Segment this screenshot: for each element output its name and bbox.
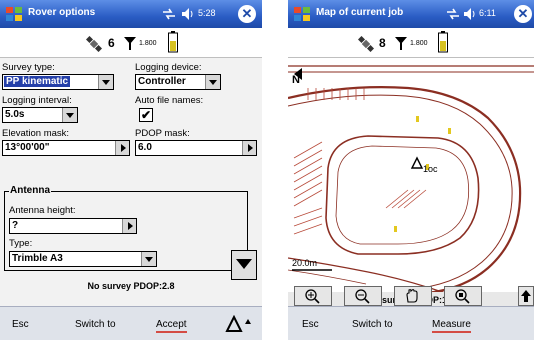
logging-interval-dropdown[interactable]: 5.0s bbox=[2, 107, 78, 123]
window-title: Rover options bbox=[28, 7, 96, 18]
scroll-down-button[interactable] bbox=[231, 250, 257, 280]
rover-options-screen: Rover options 5:28 ✕ 6 1.800 Survey type… bbox=[0, 0, 262, 340]
survey-type-dropdown[interactable]: PP kinematic bbox=[2, 74, 114, 90]
speaker-icon[interactable] bbox=[463, 7, 476, 21]
point-label: 1oc bbox=[423, 164, 438, 174]
logging-device-dropdown[interactable]: Controller bbox=[135, 74, 221, 90]
gnss-status-row: 8 1.800 bbox=[288, 28, 534, 58]
battery-icon[interactable] bbox=[168, 31, 178, 53]
scale-label: 20.0m bbox=[292, 258, 318, 268]
antenna-height-readout: 1.800 bbox=[139, 40, 157, 47]
clock[interactable]: 6:11 bbox=[479, 8, 496, 18]
up-arrow-button[interactable] bbox=[518, 286, 534, 306]
gnss-status-row: 6 1.800 bbox=[0, 28, 262, 58]
switch-to-softkey[interactable]: Switch to bbox=[352, 319, 393, 330]
zoom-in-button[interactable] bbox=[294, 286, 332, 306]
antenna-type-label: Type: bbox=[9, 238, 33, 249]
up-arrow-icon bbox=[521, 290, 531, 302]
arrow-right-icon[interactable] bbox=[122, 219, 136, 233]
chevron-down-icon[interactable] bbox=[205, 75, 220, 89]
pdop-mask-label: PDOP mask: bbox=[135, 128, 190, 139]
close-icon[interactable]: ✕ bbox=[238, 5, 256, 23]
antenna-icon[interactable] bbox=[124, 36, 136, 50]
auto-file-names-label: Auto file names: bbox=[135, 95, 204, 106]
north-label: N bbox=[292, 74, 300, 86]
antenna-height-field[interactable]: ? bbox=[9, 218, 137, 234]
elevation-mask-label: Elevation mask: bbox=[2, 128, 70, 139]
speaker-icon[interactable] bbox=[181, 7, 194, 21]
arrow-right-icon[interactable] bbox=[115, 141, 129, 155]
map-tool-buttons bbox=[294, 286, 534, 306]
antenna-group: Antenna Antenna height: ? Type: Trimble … bbox=[4, 185, 248, 271]
title-bar: Map of current job 6:11 ✕ bbox=[288, 0, 534, 28]
switch-to-softkey[interactable]: Switch to bbox=[75, 319, 116, 330]
pan-button[interactable] bbox=[394, 286, 432, 306]
antenna-height-value: ? bbox=[12, 220, 19, 231]
elevation-mask-value: 13°00'00" bbox=[5, 142, 50, 153]
antenna-height-readout: 1.800 bbox=[410, 40, 428, 47]
antenna-type-value: Trimble A3 bbox=[12, 253, 63, 264]
pdop-mask-field[interactable]: 6.0 bbox=[135, 140, 257, 156]
zoom-out-icon bbox=[355, 289, 370, 304]
logging-interval-value: 5.0s bbox=[5, 109, 25, 120]
zoom-in-icon bbox=[305, 289, 320, 304]
window-title: Map of current job bbox=[316, 7, 404, 18]
scroll-arrow-icon bbox=[236, 259, 252, 269]
map-linework bbox=[288, 65, 534, 294]
clock[interactable]: 5:28 bbox=[198, 8, 216, 18]
signal-icon bbox=[447, 8, 459, 20]
antenna-type-dropdown[interactable]: Trimble A3 bbox=[9, 251, 157, 267]
chevron-down-icon[interactable] bbox=[98, 75, 113, 89]
softkey-bar: Esc Switch to Measure bbox=[288, 306, 534, 340]
zoom-extents-icon bbox=[455, 289, 470, 304]
logging-device-label: Logging device: bbox=[135, 62, 202, 73]
survey-type-value: PP kinematic bbox=[4, 76, 71, 87]
chevron-down-icon[interactable] bbox=[62, 108, 77, 122]
zoom-extents-button[interactable] bbox=[444, 286, 482, 306]
antenna-icon[interactable] bbox=[395, 36, 407, 50]
battery-icon[interactable] bbox=[438, 31, 448, 53]
close-icon[interactable]: ✕ bbox=[514, 5, 532, 23]
signal-icon bbox=[163, 8, 175, 20]
esc-softkey[interactable]: Esc bbox=[302, 319, 319, 330]
windows-flag-icon[interactable] bbox=[5, 5, 23, 23]
satellite-icon[interactable] bbox=[86, 36, 102, 52]
satellite-count: 6 bbox=[108, 36, 115, 50]
keyboard-icon[interactable] bbox=[224, 315, 252, 333]
pan-hand-icon bbox=[406, 289, 418, 303]
logging-device-value: Controller bbox=[138, 76, 186, 87]
survey-type-label: Survey type: bbox=[2, 62, 55, 73]
auto-file-names-checkbox[interactable]: ✔ bbox=[139, 108, 153, 122]
elevation-mask-field[interactable]: 13°00'00" bbox=[2, 140, 130, 156]
satellite-count: 8 bbox=[379, 36, 386, 50]
satellite-icon[interactable] bbox=[358, 36, 374, 52]
windows-flag-icon[interactable] bbox=[293, 5, 311, 23]
logging-interval-label: Logging interval: bbox=[2, 95, 72, 106]
antenna-group-title: Antenna bbox=[9, 185, 51, 196]
pdop-mask-value: 6.0 bbox=[138, 142, 152, 153]
esc-softkey[interactable]: Esc bbox=[12, 319, 29, 330]
title-bar: Rover options 5:28 ✕ bbox=[0, 0, 262, 28]
chevron-down-icon[interactable] bbox=[141, 252, 156, 266]
antenna-height-label: Antenna height: bbox=[9, 205, 76, 216]
arrow-right-icon[interactable] bbox=[242, 141, 256, 155]
map-view[interactable]: N 1oc 20.0m bbox=[288, 58, 534, 294]
survey-status: No survey PDOP:2.8 bbox=[87, 281, 175, 291]
softkey-bar: Esc Switch to Accept bbox=[0, 306, 262, 340]
accept-softkey[interactable]: Accept bbox=[156, 319, 187, 333]
zoom-out-button[interactable] bbox=[344, 286, 382, 306]
measure-softkey[interactable]: Measure bbox=[432, 319, 471, 333]
